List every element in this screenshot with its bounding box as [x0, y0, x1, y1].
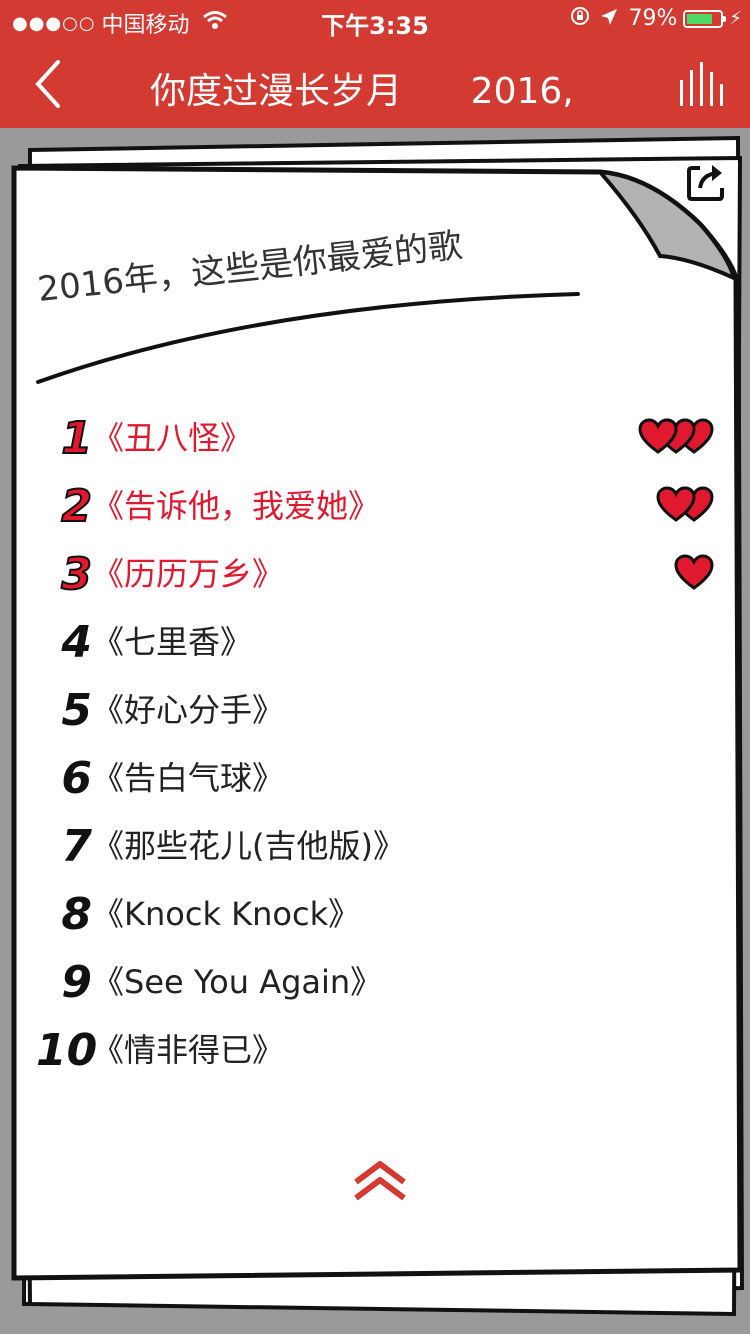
share-icon [687, 165, 724, 201]
charging-icon: ⚡ [729, 8, 742, 29]
song-title: 《情非得已》 [92, 1031, 285, 1069]
list-item[interactable]: 10 《情非得已》 [36, 1020, 726, 1088]
song-title: 《See You Again》 [92, 963, 383, 1001]
list-item[interactable]: 1 《丑八怪》 [36, 408, 726, 476]
location-icon [600, 7, 618, 31]
song-ranking-list: 1 《丑八怪》 2 《告诉他，我爱她》 3 《历历万乡》 4 《七里香》 5 《好心分手》 6 《告白… [36, 408, 726, 1088]
rank-number: 3 [60, 549, 93, 601]
hearts-rating [656, 486, 714, 522]
rank-number: 5 [61, 685, 92, 736]
heart-icon [674, 554, 714, 590]
scroll-up-button[interactable] [352, 1158, 408, 1202]
list-item[interactable]: 3 《历历万乡》 [36, 544, 726, 612]
back-button[interactable] [30, 56, 70, 112]
nav-bar: 你度过漫长岁月 2016, [0, 40, 750, 128]
rank-number: 2 [60, 481, 93, 533]
song-title: 《丑八怪》 [92, 419, 253, 457]
rank-number: 7 [61, 821, 92, 872]
list-item[interactable]: 5 《好心分手》 [36, 680, 726, 748]
share-button[interactable] [686, 160, 728, 202]
nav-title: 你度过漫长岁月 2016, [150, 71, 574, 112]
song-title: 《告白气球》 [92, 759, 285, 797]
status-right: 79% ⚡ [570, 6, 742, 31]
song-title: 《历历万乡》 [92, 555, 285, 593]
rank-number: 1 [60, 413, 93, 465]
song-title: 《告诉他，我爱她》 [92, 487, 381, 525]
list-item[interactable]: 8 《Knock Knock》 [36, 884, 726, 952]
rank-number: 6 [61, 753, 92, 804]
battery-icon [683, 9, 727, 28]
status-bar: ●●●○○ 中国移动 下午3:35 79% ⚡ [0, 0, 750, 40]
song-title: 《七里香》 [92, 623, 253, 661]
song-title: 《好心分手》 [92, 691, 285, 729]
rank-number: 8 [61, 889, 92, 940]
rank-number: 9 [61, 957, 92, 1008]
rank-number: 10 [36, 1025, 98, 1076]
list-item[interactable]: 2 《告诉他，我爱她》 [36, 476, 726, 544]
song-title: 《Knock Knock》 [92, 895, 361, 933]
bars-icon [680, 62, 723, 106]
double-chevron-up-icon [354, 1161, 406, 1201]
list-item[interactable]: 9 《See You Again》 [36, 952, 726, 1020]
list-item[interactable]: 4 《七里香》 [36, 612, 726, 680]
battery-percent: 79% [628, 6, 678, 31]
song-title: 《那些花儿(吉他版)》 [92, 827, 405, 865]
rotation-lock-icon [570, 6, 590, 31]
hearts-rating [638, 418, 714, 454]
rank-number: 4 [61, 617, 92, 668]
hearts-rating [674, 554, 714, 590]
stats-button[interactable] [678, 62, 724, 106]
list-item[interactable]: 7 《那些花儿(吉他版)》 [36, 816, 726, 884]
list-item[interactable]: 6 《告白气球》 [36, 748, 726, 816]
chevron-left-icon [35, 60, 60, 108]
